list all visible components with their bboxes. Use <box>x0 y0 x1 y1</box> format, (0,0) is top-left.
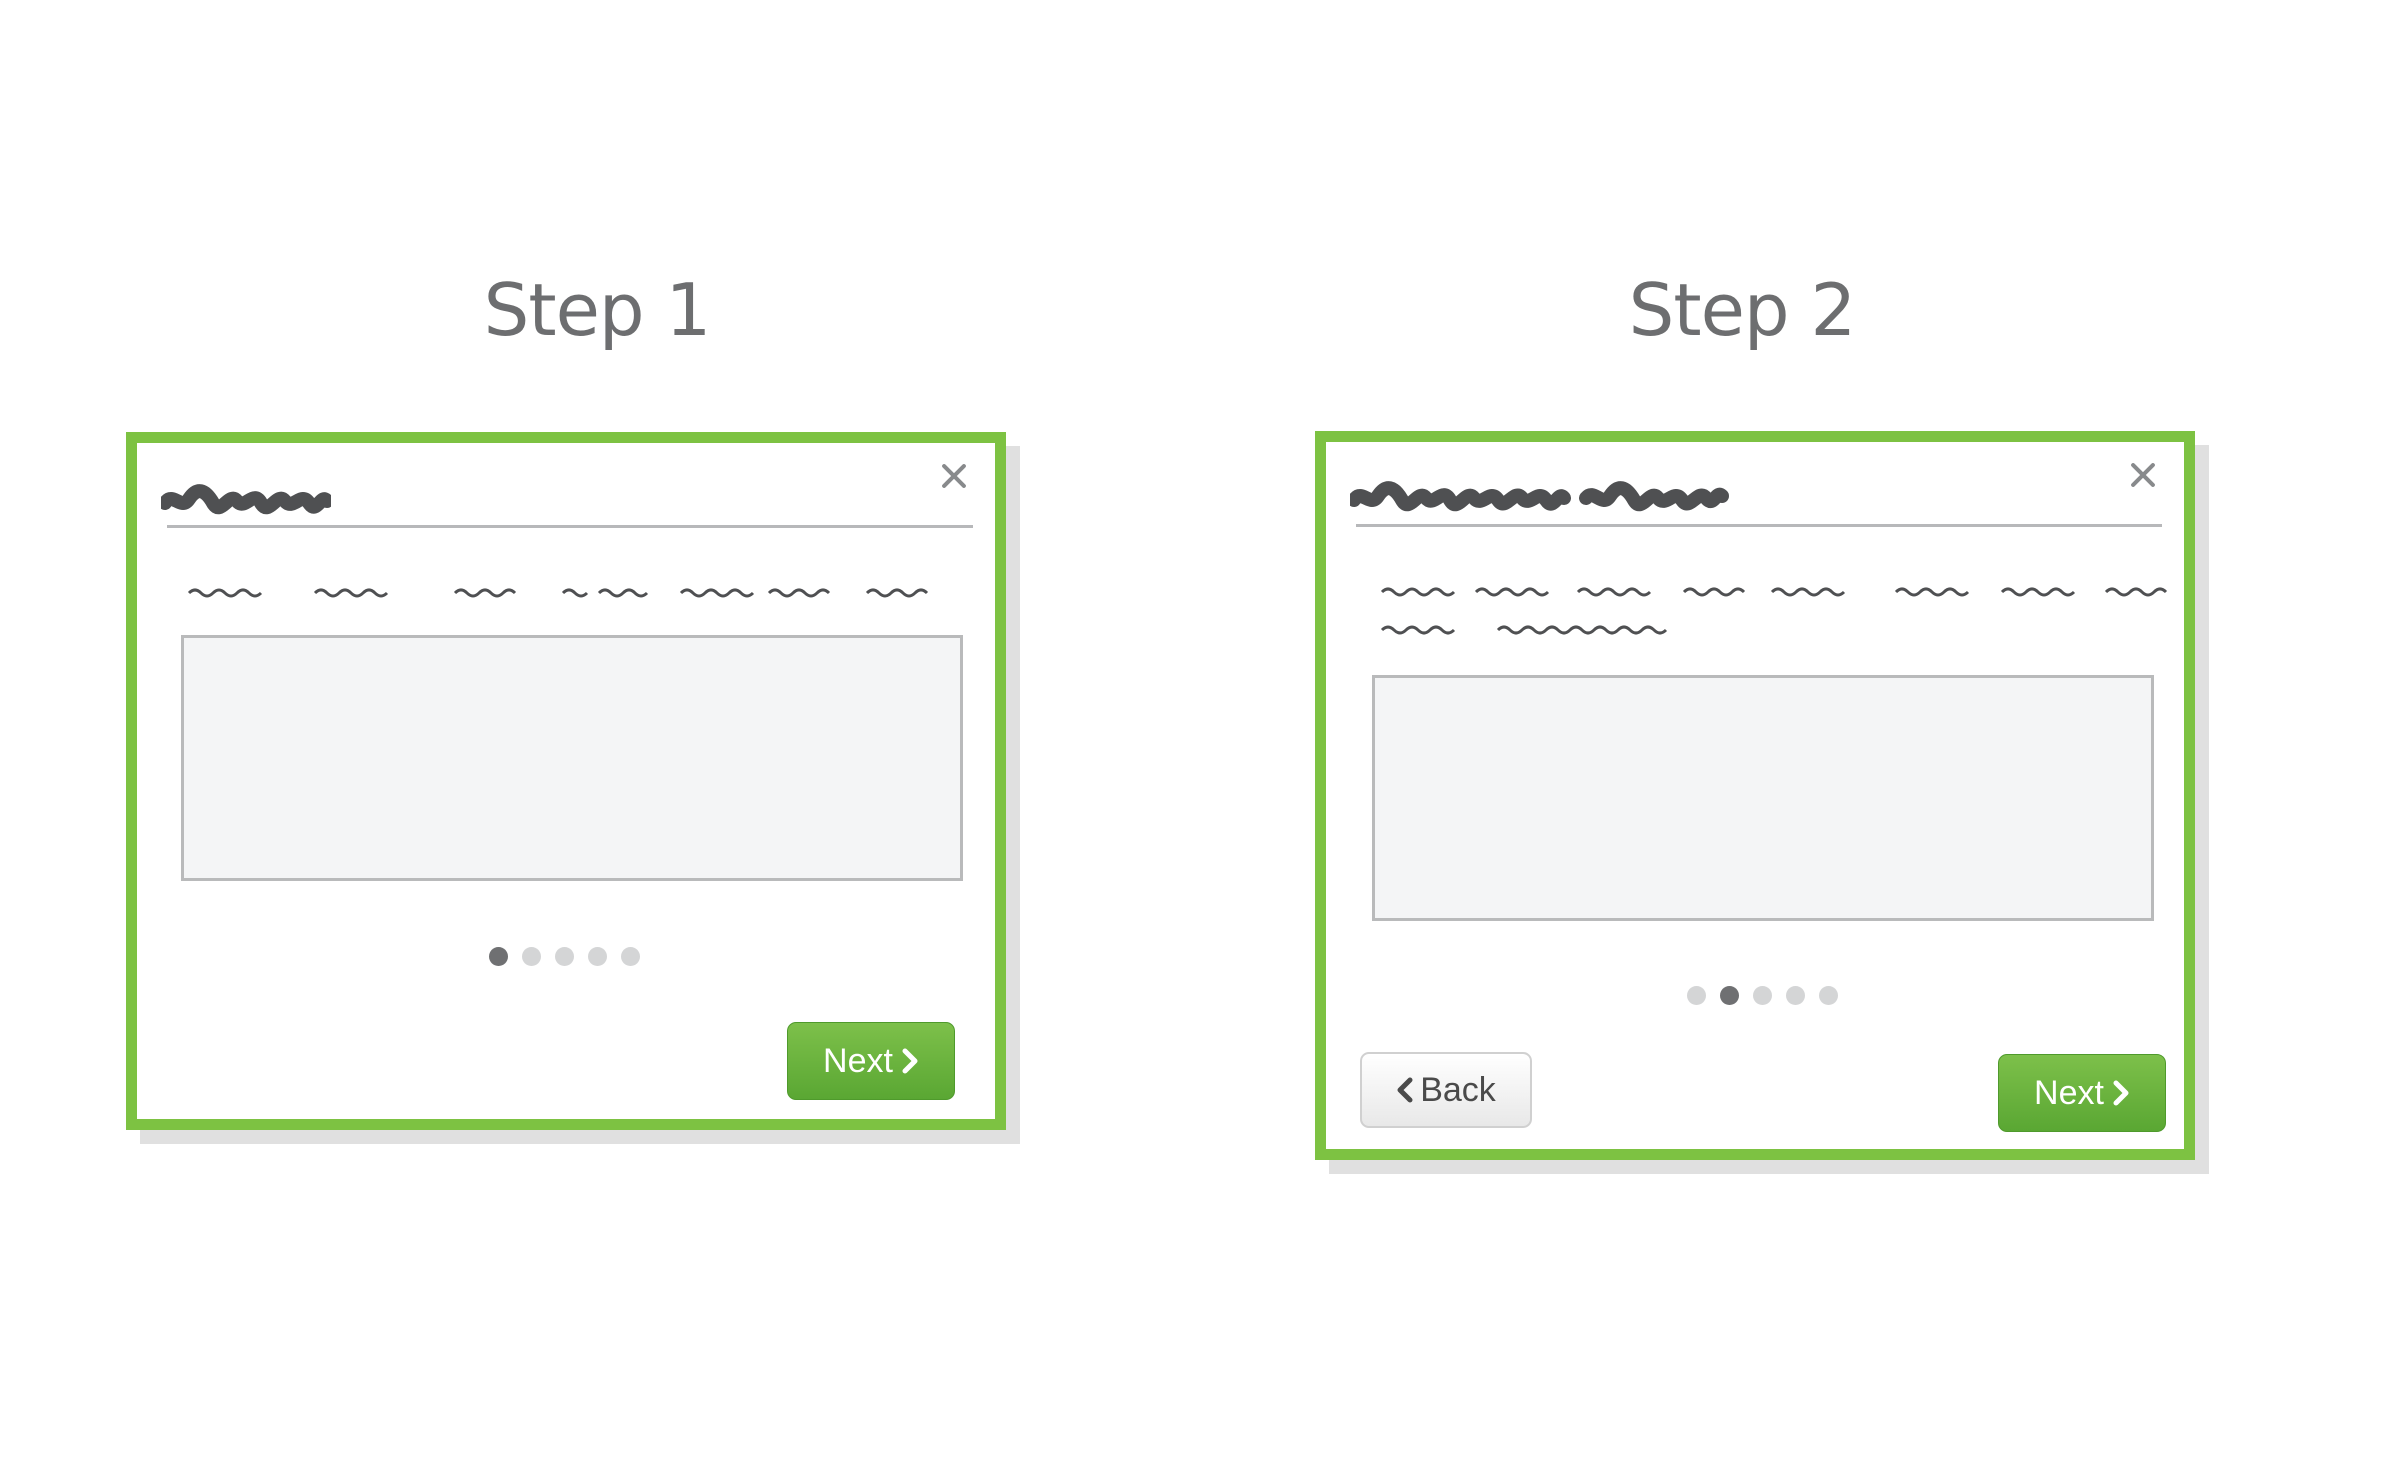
close-icon[interactable] <box>937 459 971 493</box>
step-2-dialog: Back Next <box>1315 431 2195 1160</box>
next-button-label: Next <box>823 1041 893 1080</box>
step-1-dialog: Next <box>126 432 1006 1130</box>
close-icon[interactable] <box>2126 458 2160 492</box>
page-dot-2[interactable] <box>1720 986 1739 1005</box>
page-dot-5[interactable] <box>1819 986 1838 1005</box>
page-dot-1[interactable] <box>489 947 508 966</box>
back-button[interactable]: Back <box>1360 1052 1532 1128</box>
content-text-area[interactable] <box>1372 675 2154 921</box>
page-dot-3[interactable] <box>1753 986 1772 1005</box>
chevron-right-icon <box>902 1048 918 1074</box>
header-divider <box>167 525 973 528</box>
page-dot-2[interactable] <box>522 947 541 966</box>
chevron-left-icon <box>1397 1077 1413 1103</box>
page-dot-1[interactable] <box>1687 986 1706 1005</box>
header-divider <box>1356 524 2162 527</box>
step-2-title: Step 2 <box>1628 268 1857 352</box>
step-1-title: Step 1 <box>483 268 712 352</box>
page-dot-4[interactable] <box>1786 986 1805 1005</box>
page-dot-4[interactable] <box>588 947 607 966</box>
dialog-heading-scribble <box>1350 481 1729 512</box>
instruction-text-scribble <box>187 588 929 598</box>
dialog-heading-scribble <box>161 484 331 515</box>
content-text-area[interactable] <box>181 635 963 881</box>
chevron-right-icon <box>2113 1080 2129 1106</box>
back-button-label: Back <box>1420 1070 1496 1109</box>
page-dot-5[interactable] <box>621 947 640 966</box>
instruction-text-scribble <box>1380 587 2168 635</box>
next-button[interactable]: Next <box>1998 1054 2166 1132</box>
pagination-dots <box>489 947 640 966</box>
page-dot-3[interactable] <box>555 947 574 966</box>
pagination-dots <box>1687 986 1838 1005</box>
next-button[interactable]: Next <box>787 1022 955 1100</box>
next-button-label: Next <box>2034 1073 2104 1112</box>
